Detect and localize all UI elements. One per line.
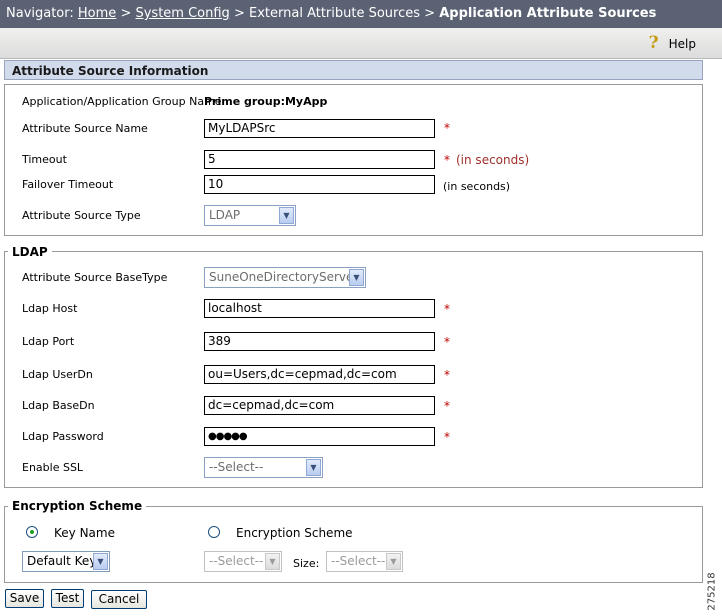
chevron-down-icon: ▼	[279, 207, 294, 224]
test-button[interactable]: Test	[51, 589, 84, 608]
navigator-label: Navigator:	[6, 6, 74, 21]
app-group-label: Application/Application Group Name	[22, 95, 222, 108]
ldap-port-label: Ldap Port	[22, 335, 75, 348]
timeout-required: * (in seconds)	[444, 153, 529, 167]
breadcrumb-external-attribute-sources: External Attribute Sources	[249, 6, 421, 21]
chevron-down-icon: ▼	[349, 269, 364, 286]
navigator-breadcrumb: Navigator: Home > System Config > Extern…	[0, 0, 722, 28]
ldap-password-input[interactable]: ●●●●●	[204, 427, 435, 446]
encryption-legend: Encryption Scheme	[8, 499, 147, 513]
size-label: Size:	[293, 557, 320, 570]
required-asterisk: *	[444, 153, 450, 167]
breadcrumb-separator: >	[233, 6, 245, 21]
required-asterisk: *	[444, 335, 450, 349]
section-header-attribute-source: Attribute Source Information	[4, 60, 703, 80]
breadcrumb-current-page: Application Attribute Sources	[439, 6, 657, 21]
breadcrumb-home-link[interactable]: Home	[78, 6, 116, 21]
ldap-userdn-input[interactable]: ou=Users,dc=cepmad,dc=com	[204, 365, 435, 384]
attribute-source-type-select[interactable]: LDAP ▼	[204, 205, 296, 226]
attribute-source-type-label: Attribute Source Type	[22, 209, 141, 222]
chevron-down-icon: ▼	[386, 553, 401, 570]
app-group-value: Prime group:MyApp	[204, 95, 328, 108]
chevron-down-icon: ▼	[93, 553, 108, 570]
attribute-source-name-input[interactable]: MyLDAPSrc	[204, 119, 435, 138]
help-label: Help	[668, 37, 696, 51]
breadcrumb-separator: >	[424, 6, 436, 21]
key-name-radio[interactable]	[26, 526, 38, 538]
timeout-input[interactable]: 5	[204, 150, 435, 169]
basetype-select[interactable]: SuneOneDirectoryServer ▼	[204, 267, 366, 288]
required-asterisk: *	[444, 368, 450, 382]
figure-id-text: 275218	[706, 572, 718, 611]
timeout-units-note: (in seconds)	[456, 153, 530, 167]
attribute-source-type-value: LDAP	[209, 208, 241, 222]
failover-timeout-input[interactable]: 10	[204, 175, 435, 194]
attribute-source-name-label: Attribute Source Name	[22, 122, 148, 135]
encryption-scheme-radio[interactable]	[208, 526, 220, 538]
ldap-userdn-label: Ldap UserDn	[22, 368, 93, 381]
chevron-down-icon: ▼	[265, 553, 280, 570]
required-asterisk: *	[444, 121, 450, 135]
help-icon: ?	[648, 33, 659, 53]
figure-id: 275218	[707, 572, 721, 616]
ldap-basedn-input[interactable]: dc=cepmad,dc=com	[204, 396, 435, 415]
required-asterisk: *	[444, 399, 450, 413]
failover-units-note: (in seconds)	[443, 180, 511, 193]
save-button[interactable]: Save	[5, 589, 44, 608]
toolbar	[0, 28, 722, 59]
ldap-port-input[interactable]: 389	[204, 332, 435, 351]
ldap-host-label: Ldap Host	[22, 302, 78, 315]
required-asterisk: *	[444, 430, 450, 444]
key-name-select[interactable]: Default Key ▼	[22, 551, 110, 572]
basetype-label: Attribute Source BaseType	[22, 271, 168, 284]
key-name-value: Default Key	[27, 554, 97, 568]
cancel-button[interactable]: Cancel	[91, 590, 147, 609]
required-asterisk: *	[444, 302, 450, 316]
timeout-label: Timeout	[22, 153, 67, 166]
size-select[interactable]: --Select-- ▼	[326, 551, 403, 572]
enable-ssl-value: --Select--	[209, 460, 264, 474]
enable-ssl-label: Enable SSL	[22, 461, 84, 474]
breadcrumb-separator: >	[120, 6, 132, 21]
size-value: --Select--	[331, 554, 386, 568]
encryption-scheme-label: Encryption Scheme	[236, 526, 353, 540]
ldap-host-input[interactable]: localhost	[204, 299, 435, 318]
encryption-scheme-value: --Select--	[209, 554, 264, 568]
basetype-value: SuneOneDirectoryServer	[209, 270, 359, 284]
help-button[interactable]: ? Help	[649, 34, 696, 53]
key-name-label: Key Name	[54, 526, 115, 540]
ldap-password-label: Ldap Password	[22, 430, 104, 443]
failover-timeout-label: Failover Timeout	[22, 178, 114, 191]
enable-ssl-select[interactable]: --Select-- ▼	[204, 457, 323, 478]
chevron-down-icon: ▼	[306, 459, 321, 476]
encryption-scheme-select[interactable]: --Select-- ▼	[204, 551, 282, 572]
breadcrumb-system-config-link[interactable]: System Config	[135, 6, 229, 21]
ldap-legend: LDAP	[8, 245, 52, 259]
ldap-basedn-label: Ldap BaseDn	[22, 399, 95, 412]
